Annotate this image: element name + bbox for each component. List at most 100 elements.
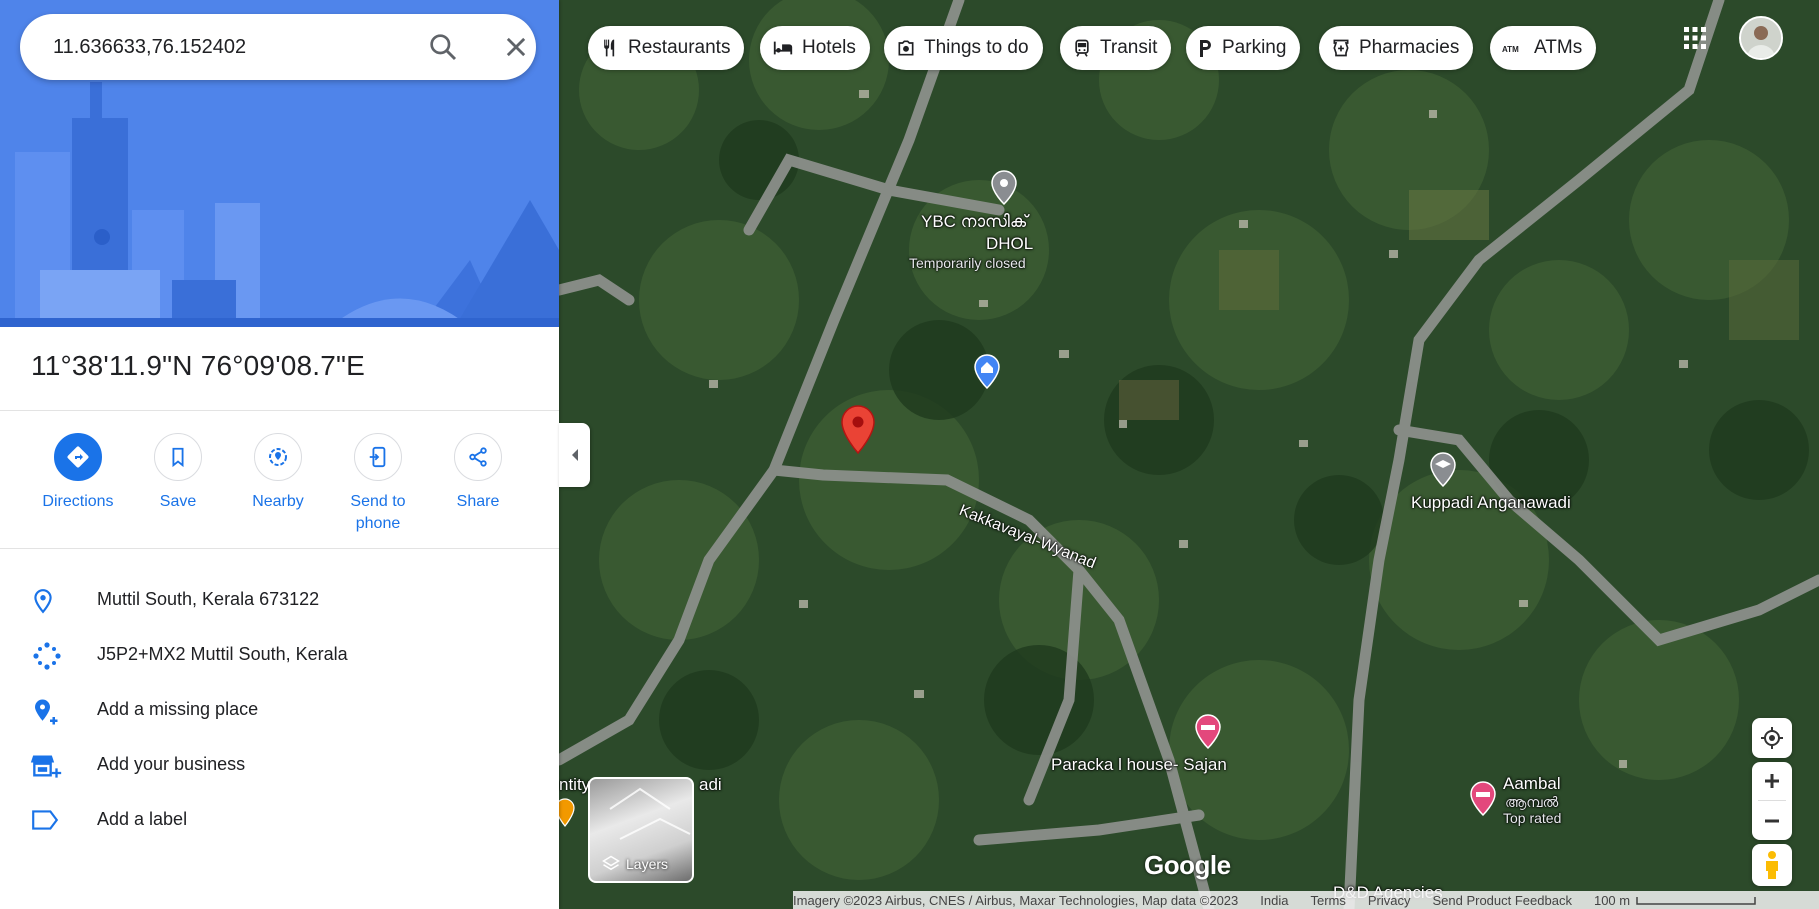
street-view-pegman[interactable] bbox=[1752, 844, 1792, 886]
place-marker-icon[interactable] bbox=[990, 170, 1018, 211]
my-location-button[interactable] bbox=[1752, 718, 1792, 758]
nearby-label: Nearby bbox=[252, 493, 304, 510]
add-label-row[interactable]: Add a label bbox=[0, 794, 559, 844]
dropped-pin-icon[interactable] bbox=[840, 405, 876, 460]
send-to-phone-label: Send to phone bbox=[350, 493, 406, 532]
layers-icon bbox=[602, 855, 620, 871]
country-link[interactable]: India bbox=[1260, 893, 1288, 908]
address-row[interactable]: Muttil South, Kerala 673122 bbox=[0, 574, 559, 624]
add-label-text: Add a label bbox=[97, 809, 188, 829]
school-marker-icon[interactable] bbox=[1429, 452, 1457, 493]
collapse-panel-button[interactable] bbox=[559, 423, 590, 487]
directions-button[interactable]: Directions bbox=[28, 433, 128, 513]
avatar[interactable] bbox=[1739, 16, 1783, 60]
chip-transit[interactable]: Transit bbox=[1060, 26, 1172, 70]
map-label-paracka[interactable]: Paracka l house- Sajan bbox=[1051, 755, 1227, 775]
chip-hotels-label: Hotels bbox=[802, 37, 856, 58]
map-label-ybc-status: Temporarily closed bbox=[909, 255, 1026, 271]
chip-parking[interactable]: Parking bbox=[1186, 26, 1301, 70]
plus-code-row[interactable]: J5P2+MX2 Muttil South, Kerala bbox=[0, 629, 559, 679]
pharmacy-icon bbox=[1333, 39, 1349, 57]
plus-code-icon bbox=[30, 642, 64, 670]
chip-transit-label: Transit bbox=[1100, 37, 1158, 58]
layers-button[interactable]: Layers bbox=[588, 777, 694, 883]
map-canvas[interactable]: YBC നാസിക് DHOL Temporarily closed Kakka… bbox=[559, 0, 1819, 909]
privacy-link[interactable]: Privacy bbox=[1368, 893, 1411, 908]
search-box[interactable]: 11.636633,76.152402 bbox=[20, 14, 536, 80]
scale-label[interactable]: 100 m bbox=[1594, 893, 1630, 908]
search-input[interactable]: 11.636633,76.152402 bbox=[53, 36, 246, 59]
parking-icon bbox=[1200, 40, 1211, 57]
map-label-aambal-note: Top rated bbox=[1503, 810, 1562, 826]
send-to-phone-button[interactable]: Send to phone bbox=[328, 433, 428, 535]
chip-things-to-do[interactable]: Things to do bbox=[884, 26, 1043, 70]
zoom-in-button[interactable] bbox=[1752, 762, 1792, 800]
share-button[interactable]: Share bbox=[428, 433, 528, 513]
svg-text:ATM: ATM bbox=[1502, 45, 1519, 54]
share-icon bbox=[454, 433, 502, 481]
chip-atms-label: ATMs bbox=[1534, 37, 1583, 58]
address-text: Muttil South, Kerala 673122 bbox=[97, 589, 320, 609]
google-logo: Google bbox=[1144, 850, 1231, 880]
map-label-aambal[interactable]: Aambal bbox=[1503, 774, 1561, 794]
bed-icon bbox=[773, 41, 793, 55]
share-label: Share bbox=[456, 493, 500, 510]
plus-code-text: J5P2+MX2 Muttil South, Kerala bbox=[97, 644, 348, 664]
chip-atms[interactable]: ATM ATMs bbox=[1490, 26, 1597, 70]
save-button[interactable]: Save bbox=[128, 433, 228, 513]
search-icon[interactable] bbox=[427, 31, 459, 63]
map-label-partial: ntity bbox=[559, 775, 591, 794]
divider bbox=[0, 548, 559, 549]
hotel-marker-icon[interactable] bbox=[1194, 714, 1222, 755]
location-pin-icon bbox=[30, 587, 64, 614]
plus-icon bbox=[1765, 774, 1779, 788]
train-icon bbox=[1075, 39, 1089, 57]
add-business-text: Add your business bbox=[97, 754, 246, 774]
nearby-button[interactable]: Nearby bbox=[228, 433, 328, 513]
side-panel: 11.636633,76.152402 11°38'11.9"N 76°09'0… bbox=[0, 0, 559, 909]
chip-restaurants-label: Restaurants bbox=[628, 37, 731, 58]
add-business-icon bbox=[30, 752, 64, 778]
chip-hotels[interactable]: Hotels bbox=[760, 26, 870, 70]
map-label-ybc[interactable]: YBC നാസിക് bbox=[921, 212, 1028, 232]
zoom-out-button[interactable] bbox=[1752, 802, 1792, 840]
terms-link[interactable]: Terms bbox=[1310, 893, 1345, 908]
map-label-partial-adi: adi bbox=[699, 775, 722, 794]
orange-marker-icon[interactable] bbox=[559, 798, 575, 833]
divider bbox=[1758, 800, 1786, 801]
home-marker-icon[interactable] bbox=[973, 354, 1001, 395]
hotel-marker-icon[interactable] bbox=[1469, 781, 1497, 822]
place-title: 11°38'11.9"N 76°09'08.7"E bbox=[31, 350, 366, 381]
chip-pharmacies[interactable]: Pharmacies bbox=[1319, 26, 1474, 70]
map-footer: Imagery ©2023 Airbus, CNES / Airbus, Max… bbox=[793, 891, 1819, 909]
close-icon[interactable] bbox=[502, 33, 530, 61]
scale-bar bbox=[1636, 897, 1756, 905]
directions-label: Directions bbox=[42, 493, 114, 510]
chip-parking-label: Parking bbox=[1222, 37, 1287, 58]
add-missing-place-row[interactable]: Add a missing place bbox=[0, 684, 559, 734]
atm-icon: ATM bbox=[1502, 45, 1519, 54]
pegman-icon bbox=[1766, 851, 1778, 879]
chip-restaurants[interactable]: Restaurants bbox=[588, 26, 745, 70]
imagery-attribution: Imagery ©2023 Airbus, CNES / Airbus, Max… bbox=[793, 892, 1239, 908]
send-to-phone-icon bbox=[354, 433, 402, 481]
divider bbox=[0, 410, 559, 411]
nearby-icon bbox=[254, 433, 302, 481]
label-icon bbox=[30, 807, 64, 833]
fork-knife-icon bbox=[604, 39, 615, 57]
apps-grid-icon[interactable] bbox=[1683, 26, 1707, 50]
feedback-link[interactable]: Send Product Feedback bbox=[1432, 893, 1571, 908]
save-label: Save bbox=[159, 493, 197, 510]
chip-things-label: Things to do bbox=[924, 37, 1029, 58]
chevron-left-icon bbox=[571, 449, 578, 461]
add-missing-place-text: Add a missing place bbox=[97, 699, 259, 719]
directions-icon bbox=[54, 433, 102, 481]
camera-icon bbox=[898, 40, 914, 56]
my-location-icon bbox=[1761, 727, 1783, 749]
add-business-row[interactable]: Add your business bbox=[0, 739, 559, 789]
chip-pharmacies-label: Pharmacies bbox=[1359, 37, 1460, 58]
add-location-icon bbox=[30, 697, 64, 725]
map-label-anganwadi[interactable]: Kuppadi Anganawadi bbox=[1411, 493, 1571, 513]
layers-label: Layers bbox=[626, 856, 669, 872]
map-label-ybc-2: DHOL bbox=[986, 234, 1034, 253]
